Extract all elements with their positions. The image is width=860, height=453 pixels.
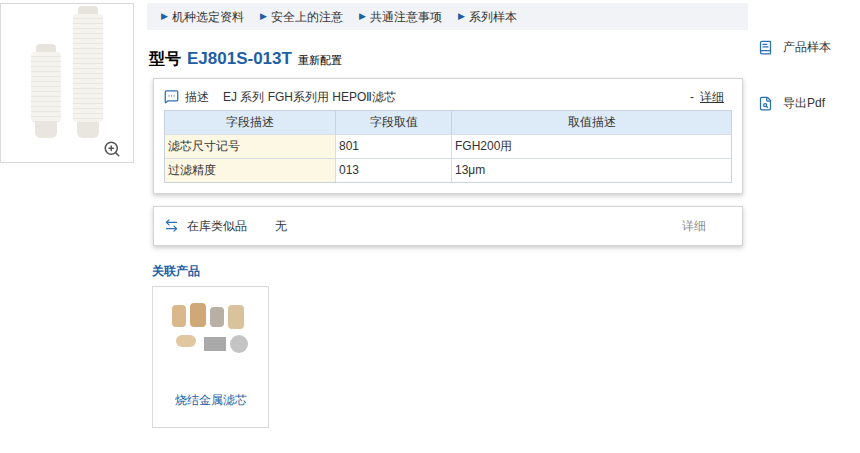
spec-table: 字段描述字段取值取值描述滤芯尺寸记号801FGH200用过滤精度01313μm <box>164 110 732 183</box>
nav-link[interactable]: ▶安全上的注意 <box>260 8 343 26</box>
similar-detail-link[interactable]: 详细 <box>682 217 706 235</box>
description-header: 描述EJ 系列 FGH系列用 HEPOⅡ滤芯-详细 <box>164 87 732 107</box>
catalog-icon <box>758 40 773 55</box>
nav-bar: ▶机种选定资料 ▶安全上的注意 ▶共通注意事项 ▶系列样本 <box>147 3 748 30</box>
filter-cartridge <box>31 44 61 138</box>
side-action[interactable]: 产品样本 <box>758 38 831 56</box>
main: ▶机种选定资料 ▶安全上的注意 ▶共通注意事项 ▶系列样本型号EJ801S-013T重… <box>147 0 748 453</box>
product-photo <box>166 301 256 361</box>
table-header: 字段描述字段取值取值描述 <box>165 111 731 134</box>
nav-link[interactable]: ▶机种选定资料 <box>161 8 244 26</box>
product-image[interactable] <box>0 3 134 163</box>
table-row: 过滤精度01313μm <box>165 158 731 182</box>
product-image-column <box>0 0 134 453</box>
description-panel: 描述EJ 系列 FGH系列用 HEPOⅡ滤芯-详细字段描述字段取值取值描述滤芯尺… <box>153 78 743 194</box>
reconfigure-link[interactable]: 重新配置 <box>298 52 342 69</box>
side-actions: 产品样本导出Pdf <box>758 0 831 453</box>
side-action[interactable]: 导出Pdf <box>758 94 831 112</box>
pdf-export-icon <box>758 96 773 111</box>
table-row: 滤芯尺寸记号801FGH200用 <box>165 134 731 158</box>
filter-cartridge <box>73 6 103 138</box>
zoom-icon[interactable] <box>103 140 121 158</box>
page: ▶机种选定资料 ▶安全上的注意 ▶共通注意事项 ▶系列样本型号EJ801S-013T重… <box>0 0 860 453</box>
swap-icon <box>164 218 179 233</box>
related-title: 关联产品 <box>152 262 748 280</box>
model-title: 型号EJ801S-013T重新配置 <box>147 46 748 72</box>
related-list: 烧结金属滤芯 <box>152 286 748 428</box>
nav-link[interactable]: ▶共通注意事项 <box>359 8 442 26</box>
related-card[interactable]: 烧结金属滤芯 <box>152 286 269 428</box>
similar-panel: 在库类似品无详细 <box>153 206 743 246</box>
nav-link[interactable]: ▶系列样本 <box>458 8 517 26</box>
detail-link[interactable]: 详细 <box>700 88 724 106</box>
comment-icon <box>164 89 179 104</box>
